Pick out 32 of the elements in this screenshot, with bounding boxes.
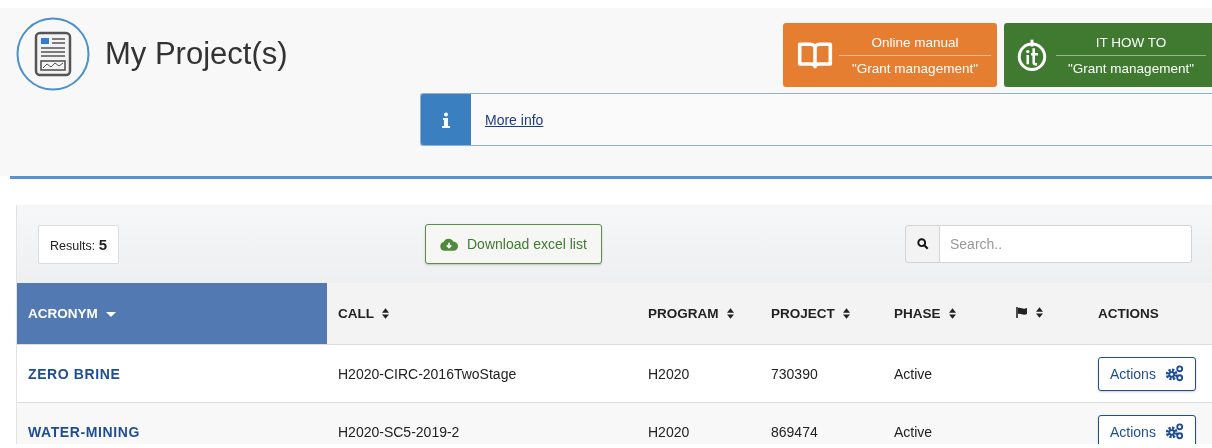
table-cell: H2020-CIRC-2016TwoStage [338, 365, 517, 382]
flag-icon [1016, 307, 1028, 318]
howto-button[interactable]: IT HOW TO "Grant management" [1004, 23, 1212, 87]
gears-icon [1164, 365, 1184, 382]
table-cell: 869474 [771, 423, 818, 440]
sort-icon [842, 308, 850, 319]
sort-icon [726, 308, 734, 319]
table-cell: H2020 [648, 423, 690, 440]
page-title: My Project(s) [105, 36, 288, 72]
actions-button[interactable]: Actions [1098, 414, 1196, 444]
sort-icon [948, 308, 956, 319]
gears-icon [1164, 423, 1184, 440]
column-header[interactable]: ACRONYM [17, 283, 327, 345]
search-button[interactable] [905, 225, 940, 263]
cloud-download-icon [440, 237, 458, 251]
search-field[interactable]: Search.. [940, 225, 1192, 263]
results-count: Results: 5 [38, 224, 119, 264]
sort-icon [382, 308, 389, 319]
project-link[interactable]: ZERO BRINE [28, 365, 121, 382]
download-button[interactable]: Download excel list [425, 224, 602, 264]
table-cell: Active [894, 423, 933, 440]
sort-icon [1036, 307, 1043, 318]
column-header[interactable]: CALL [327, 283, 637, 345]
table-cell: H2020 [648, 365, 690, 382]
document-icon [15, 16, 91, 92]
more-info-link[interactable]: More info [485, 111, 544, 128]
actions-button[interactable]: Actions [1098, 356, 1196, 391]
project-link[interactable]: WATER-MINING [28, 423, 140, 440]
search-icon [916, 238, 929, 250]
table-cell: 730390 [771, 365, 818, 382]
table-cell: Active [894, 365, 933, 382]
table-cell: H2020-SC5-2019-2 [338, 423, 460, 440]
